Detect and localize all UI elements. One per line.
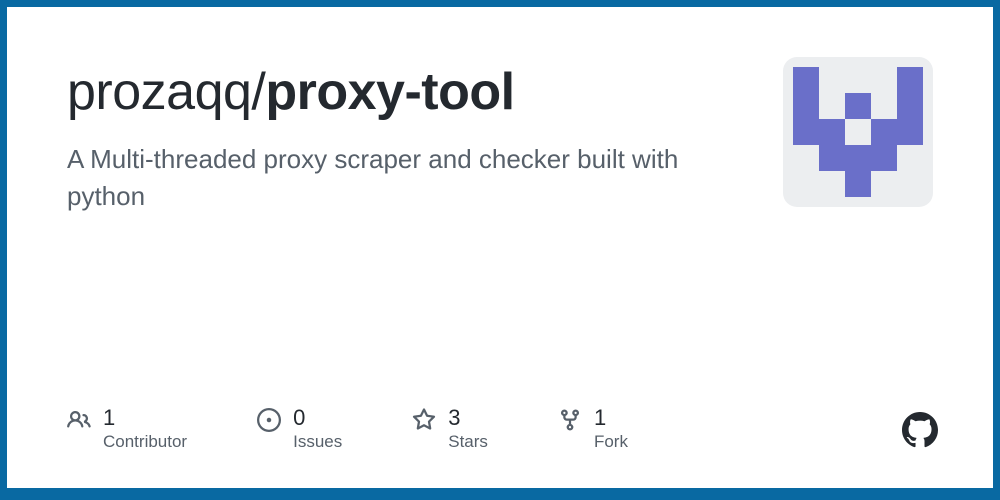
repo-description: A Multi-threaded proxy scraper and check…: [67, 141, 687, 216]
stars-value: 3: [448, 406, 488, 429]
issues-value: 0: [293, 406, 342, 429]
repo-owner: prozaqq: [67, 63, 251, 121]
identicon-icon: [793, 67, 923, 197]
stat-text: 1 Contributor: [103, 406, 187, 452]
people-icon: [67, 408, 91, 432]
repo-separator: /: [251, 63, 265, 121]
repo-text-block: prozaqq/proxy-tool A Multi-threaded prox…: [67, 57, 753, 216]
github-logo-icon: [902, 412, 938, 448]
stat-stars: 3 Stars: [412, 406, 488, 452]
issue-icon: [257, 408, 281, 432]
stats-row: 1 Contributor 0 Issues 3 Stars: [67, 406, 628, 452]
stat-contributors: 1 Contributor: [67, 406, 187, 452]
contributors-label: Contributor: [103, 432, 187, 452]
stars-label: Stars: [448, 432, 488, 452]
contributors-value: 1: [103, 406, 187, 429]
forks-label: Fork: [594, 432, 628, 452]
stat-forks: 1 Fork: [558, 406, 628, 452]
repo-title: prozaqq/proxy-tool: [67, 63, 753, 123]
stat-text: 1 Fork: [594, 406, 628, 452]
header-row: prozaqq/proxy-tool A Multi-threaded prox…: [67, 57, 933, 216]
fork-icon: [558, 408, 582, 432]
repo-avatar: [783, 57, 933, 207]
forks-value: 1: [594, 406, 628, 429]
stat-text: 3 Stars: [448, 406, 488, 452]
stat-issues: 0 Issues: [257, 406, 342, 452]
repo-name: proxy-tool: [265, 63, 514, 121]
repo-social-card: prozaqq/proxy-tool A Multi-threaded prox…: [0, 0, 1000, 500]
issues-label: Issues: [293, 432, 342, 452]
stat-text: 0 Issues: [293, 406, 342, 452]
star-icon: [412, 408, 436, 432]
